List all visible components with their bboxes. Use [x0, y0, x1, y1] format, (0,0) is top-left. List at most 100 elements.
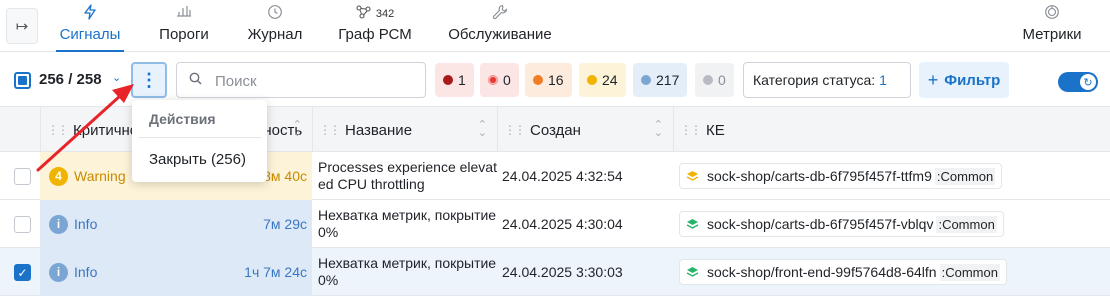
- top-navigation: ↦ Сигналы Пороги Журнал 342 Граф РСМ Обс…: [0, 0, 1110, 52]
- auto-refresh-toggle[interactable]: ↻: [1058, 72, 1098, 92]
- chip-count: 0: [503, 72, 511, 88]
- ke-type: :Common: [934, 167, 996, 185]
- tab-journal[interactable]: Журнал: [245, 4, 305, 52]
- status-category-label: Категория статуса:: [753, 72, 876, 88]
- menu-item-close[interactable]: Закрыть (256): [149, 151, 246, 168]
- sidebar-toggle-icon: ↦: [15, 18, 29, 35]
- tab-label: Обслуживание: [448, 26, 552, 43]
- alert-name[interactable]: Нехватка метрик, покрытие 0%: [312, 200, 497, 248]
- gauge-icon: [1018, 4, 1086, 24]
- tab-label: Журнал: [247, 26, 303, 43]
- warning-dot-icon: [587, 75, 597, 85]
- ke-name: sock-shop/carts-db-6f795f457f-vblqv: [707, 216, 934, 232]
- kebab-menu-icon: ⋮: [140, 69, 158, 90]
- search-input[interactable]: [215, 71, 415, 91]
- select-all-checkbox[interactable]: [14, 72, 31, 89]
- checkmark-icon: ✓: [17, 265, 28, 280]
- column-header-name[interactable]: ⋮⋮ Название ⌃ ⌄: [312, 107, 497, 153]
- tab-label: Сигналы: [59, 26, 121, 43]
- ke-type: :Common: [939, 263, 1000, 281]
- sort-icon[interactable]: ⌃ ⌄: [654, 120, 663, 139]
- drag-handle-icon[interactable]: ⋮⋮: [319, 123, 341, 137]
- filter-label: Фильтр: [944, 71, 1001, 89]
- alert-name[interactable]: Processes experience elevated CPU thrott…: [312, 152, 497, 200]
- graph-icon: 342: [338, 4, 412, 24]
- chip-count: 1: [458, 72, 466, 88]
- layers-icon: [686, 170, 699, 181]
- severity-label: Info: [74, 264, 98, 280]
- menu-divider: [138, 137, 261, 138]
- sort-icon[interactable]: ⌃ ⌄: [478, 120, 487, 139]
- expand-sidebar-button[interactable]: ↦: [6, 8, 38, 44]
- info-badge-icon: i: [49, 214, 68, 234]
- column-header-created[interactable]: ⋮⋮ Создан ⌃ ⌄: [497, 107, 673, 153]
- chevron-down-icon[interactable]: ⌄: [112, 71, 121, 84]
- graph-count: 342: [375, 8, 395, 20]
- severity-chip-major[interactable]: 0: [480, 63, 519, 97]
- status-category-filter[interactable]: Категория статуса: 1: [743, 62, 911, 98]
- severity-cell: i Info: [40, 200, 172, 248]
- refresh-icon: ↻: [1080, 74, 1096, 90]
- alert-name[interactable]: Нехватка метрик, покрытие 0%: [312, 248, 497, 296]
- severity-chip-critical[interactable]: 1: [435, 63, 474, 97]
- warning-badge-icon: 4: [49, 166, 68, 186]
- row-checkbox[interactable]: [14, 216, 31, 233]
- tab-signals[interactable]: Сигналы: [56, 4, 124, 52]
- search-box: [176, 62, 426, 98]
- duration-cell: 7м 29с: [172, 200, 312, 248]
- created-time: 24.04.2025 3:30:03: [502, 264, 623, 280]
- tab-metrics[interactable]: Метрики: [1018, 4, 1086, 52]
- table-row[interactable]: i Info 7м 29с Нехватка метрик, покрытие …: [0, 200, 1110, 248]
- ke-tag[interactable]: sock-shop/front-end-99f5764d8-64lfn :Com…: [679, 259, 1007, 285]
- thresholds-icon: [156, 4, 212, 24]
- history-icon: [245, 4, 305, 24]
- severity-label: Warning: [74, 168, 126, 184]
- actions-dropdown-menu: Действия Закрыть (256): [132, 100, 267, 182]
- info-dot-icon: [641, 75, 651, 85]
- ke-type: :Common: [936, 215, 997, 233]
- row-checkbox[interactable]: ✓: [14, 264, 31, 281]
- chip-count: 24: [602, 72, 618, 88]
- add-filter-button[interactable]: + Фильтр: [919, 62, 1009, 98]
- chip-count: 0: [718, 72, 726, 88]
- drag-handle-icon[interactable]: ⋮⋮: [504, 123, 526, 137]
- chip-count: 16: [548, 72, 564, 88]
- tab-label: Граф РСМ: [338, 26, 412, 43]
- cleared-dot-icon: [703, 75, 713, 85]
- ke-name: sock-shop/front-end-99f5764d8-64lfn: [707, 264, 937, 280]
- ke-name: sock-shop/carts-db-6f795f457f-ttfm9: [707, 168, 932, 184]
- tab-label: Пороги: [159, 26, 209, 43]
- critical-dot-icon: [443, 75, 453, 85]
- created-time: 24.04.2025 4:30:04: [502, 216, 623, 232]
- actions-menu-button[interactable]: ⋮: [131, 62, 167, 98]
- severity-chip-info[interactable]: 217: [633, 63, 688, 97]
- severity-chip-cleared[interactable]: 0: [695, 63, 734, 97]
- duration-cell: 1ч 7м 24с: [172, 248, 312, 296]
- ke-tag[interactable]: sock-shop/carts-db-6f795f457f-vblqv :Com…: [679, 211, 1004, 237]
- wrench-icon: [444, 4, 556, 24]
- ke-cell: sock-shop/front-end-99f5764d8-64lfn :Com…: [673, 248, 1110, 296]
- chip-count: 217: [656, 72, 680, 88]
- tab-thresholds[interactable]: Пороги: [156, 4, 212, 52]
- minor-dot-icon: [533, 75, 543, 85]
- severity-chip-minor[interactable]: 16: [525, 63, 572, 97]
- row-checkbox[interactable]: [14, 168, 31, 185]
- severity-label: Info: [74, 216, 98, 232]
- column-label: Создан: [530, 121, 581, 139]
- menu-title: Действия: [149, 111, 216, 127]
- tab-rcm-graph[interactable]: 342 Граф РСМ: [338, 4, 412, 52]
- severity-chip-warning[interactable]: 24: [579, 63, 626, 97]
- table-row[interactable]: ✓ i Info 1ч 7м 24с Нехватка метрик, покр…: [0, 248, 1110, 296]
- drag-handle-icon[interactable]: ⋮⋮: [47, 123, 69, 137]
- tab-maintenance[interactable]: Обслуживание: [444, 4, 556, 52]
- created-time: 24.04.2025 4:32:54: [502, 168, 623, 184]
- layers-icon: [686, 266, 699, 277]
- drag-handle-icon[interactable]: ⋮⋮: [680, 123, 702, 137]
- layers-icon: [686, 218, 699, 229]
- column-header-ke[interactable]: ⋮⋮ КЕ: [673, 107, 1110, 153]
- sort-icon[interactable]: ⌃ ⌄: [293, 120, 302, 139]
- tab-label: Метрики: [1022, 26, 1082, 43]
- ke-tag[interactable]: sock-shop/carts-db-6f795f457f-ttfm9 :Com…: [679, 163, 1003, 189]
- column-label: Название: [345, 121, 413, 139]
- search-icon: [189, 72, 202, 85]
